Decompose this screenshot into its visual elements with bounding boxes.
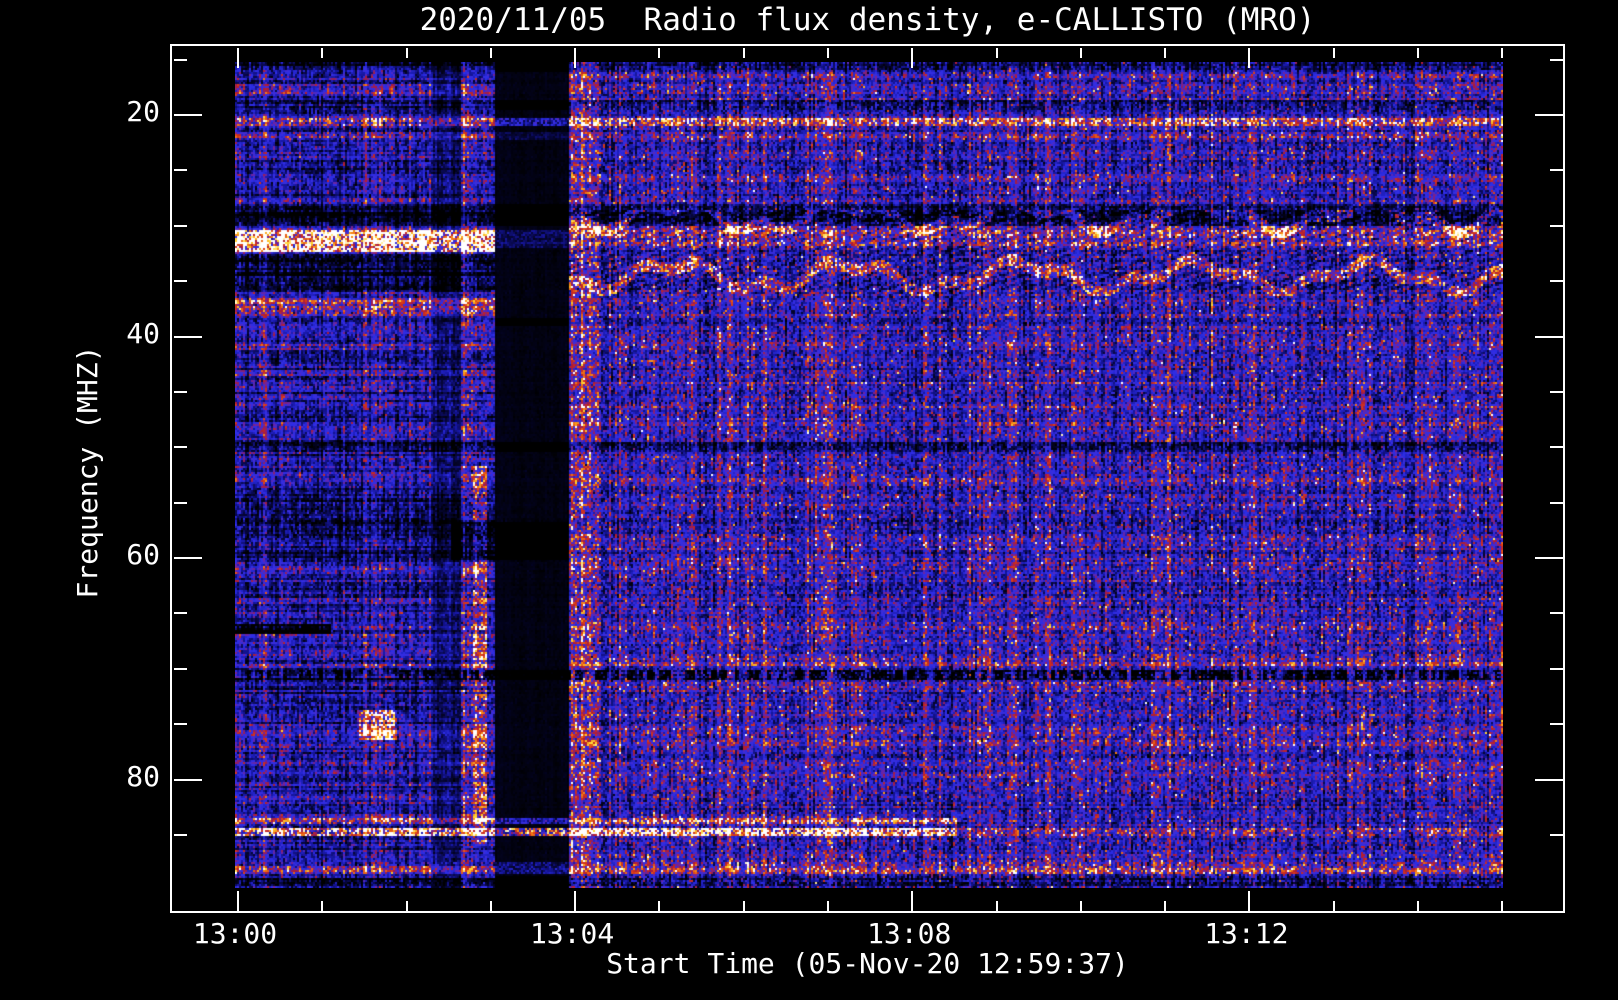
y-tick <box>174 557 202 559</box>
x-tick <box>489 48 492 58</box>
y-tick <box>174 224 187 227</box>
x-tick <box>1164 48 1167 58</box>
y-tick <box>1535 114 1563 116</box>
y-tick <box>1535 778 1563 781</box>
y-tick <box>174 169 187 172</box>
y-tick <box>1550 169 1563 172</box>
x-tick <box>826 48 829 58</box>
x-tick <box>489 901 492 911</box>
y-tick <box>1535 557 1563 559</box>
x-tick <box>995 901 998 911</box>
x-tick <box>1164 901 1167 911</box>
y-tick <box>174 58 187 61</box>
x-tick-label: 13:12 <box>1204 917 1289 950</box>
y-tick <box>174 612 187 615</box>
page-title: 2020/11/05 Radio flux density, e-CALLIST… <box>419 2 1316 38</box>
x-tick <box>742 901 745 911</box>
x-tick-label: 13:08 <box>867 917 952 950</box>
y-tick <box>174 446 187 449</box>
y-tick <box>1550 667 1563 670</box>
y-tick <box>174 833 187 836</box>
x-tick <box>1501 901 1504 911</box>
x-tick <box>826 901 829 911</box>
x-tick <box>1079 901 1082 911</box>
x-tick <box>1248 48 1251 68</box>
x-tick <box>995 48 998 58</box>
y-tick <box>1550 723 1563 726</box>
y-tick <box>174 114 202 116</box>
x-tick <box>237 48 239 68</box>
y-tick <box>174 667 187 670</box>
y-tick <box>174 390 187 393</box>
y-tick <box>1550 833 1563 836</box>
x-tick <box>237 891 239 911</box>
y-tick <box>1550 446 1563 449</box>
x-tick <box>1079 48 1082 58</box>
x-tick-label: 13:04 <box>529 917 615 950</box>
x-tick <box>405 48 408 58</box>
x-tick <box>742 48 745 58</box>
x-tick <box>1416 48 1419 58</box>
x-tick <box>658 48 661 58</box>
y-tick <box>174 335 202 338</box>
x-tick <box>658 901 661 911</box>
y-tick-label: 20 <box>126 95 160 128</box>
x-axis-title: Start Time (05-Nov-20 12:59:37) <box>606 947 1129 980</box>
y-tick <box>1550 501 1563 504</box>
spectrogram-canvas <box>235 62 1503 888</box>
y-tick <box>1550 280 1563 283</box>
x-tick <box>1416 901 1419 911</box>
y-tick <box>1535 335 1563 338</box>
y-tick <box>174 778 202 781</box>
y-tick <box>174 501 187 504</box>
y-tick-label: 60 <box>126 538 160 571</box>
x-tick <box>911 891 914 911</box>
y-tick <box>1550 390 1563 393</box>
x-tick <box>574 891 577 911</box>
x-tick <box>911 48 914 68</box>
spectrogram-page: 2020/11/05 Radio flux density, e-CALLIST… <box>0 0 1618 1000</box>
plot-area <box>170 44 1565 913</box>
x-tick <box>574 48 577 68</box>
y-tick <box>174 280 187 283</box>
x-tick <box>321 901 324 911</box>
x-tick <box>1332 48 1335 58</box>
y-tick <box>1550 58 1563 61</box>
x-tick <box>1501 48 1504 58</box>
x-tick-label: 13:00 <box>192 917 278 950</box>
y-tick <box>1550 612 1563 615</box>
y-tick <box>1550 224 1563 227</box>
y-tick-label: 40 <box>126 316 160 350</box>
y-tick-label: 80 <box>126 759 160 793</box>
x-tick <box>1248 891 1251 911</box>
x-tick <box>1332 901 1335 911</box>
y-axis-title: Frequency (MHZ) <box>71 345 104 599</box>
x-tick <box>405 901 408 911</box>
x-tick <box>321 48 324 58</box>
y-tick <box>174 723 187 726</box>
